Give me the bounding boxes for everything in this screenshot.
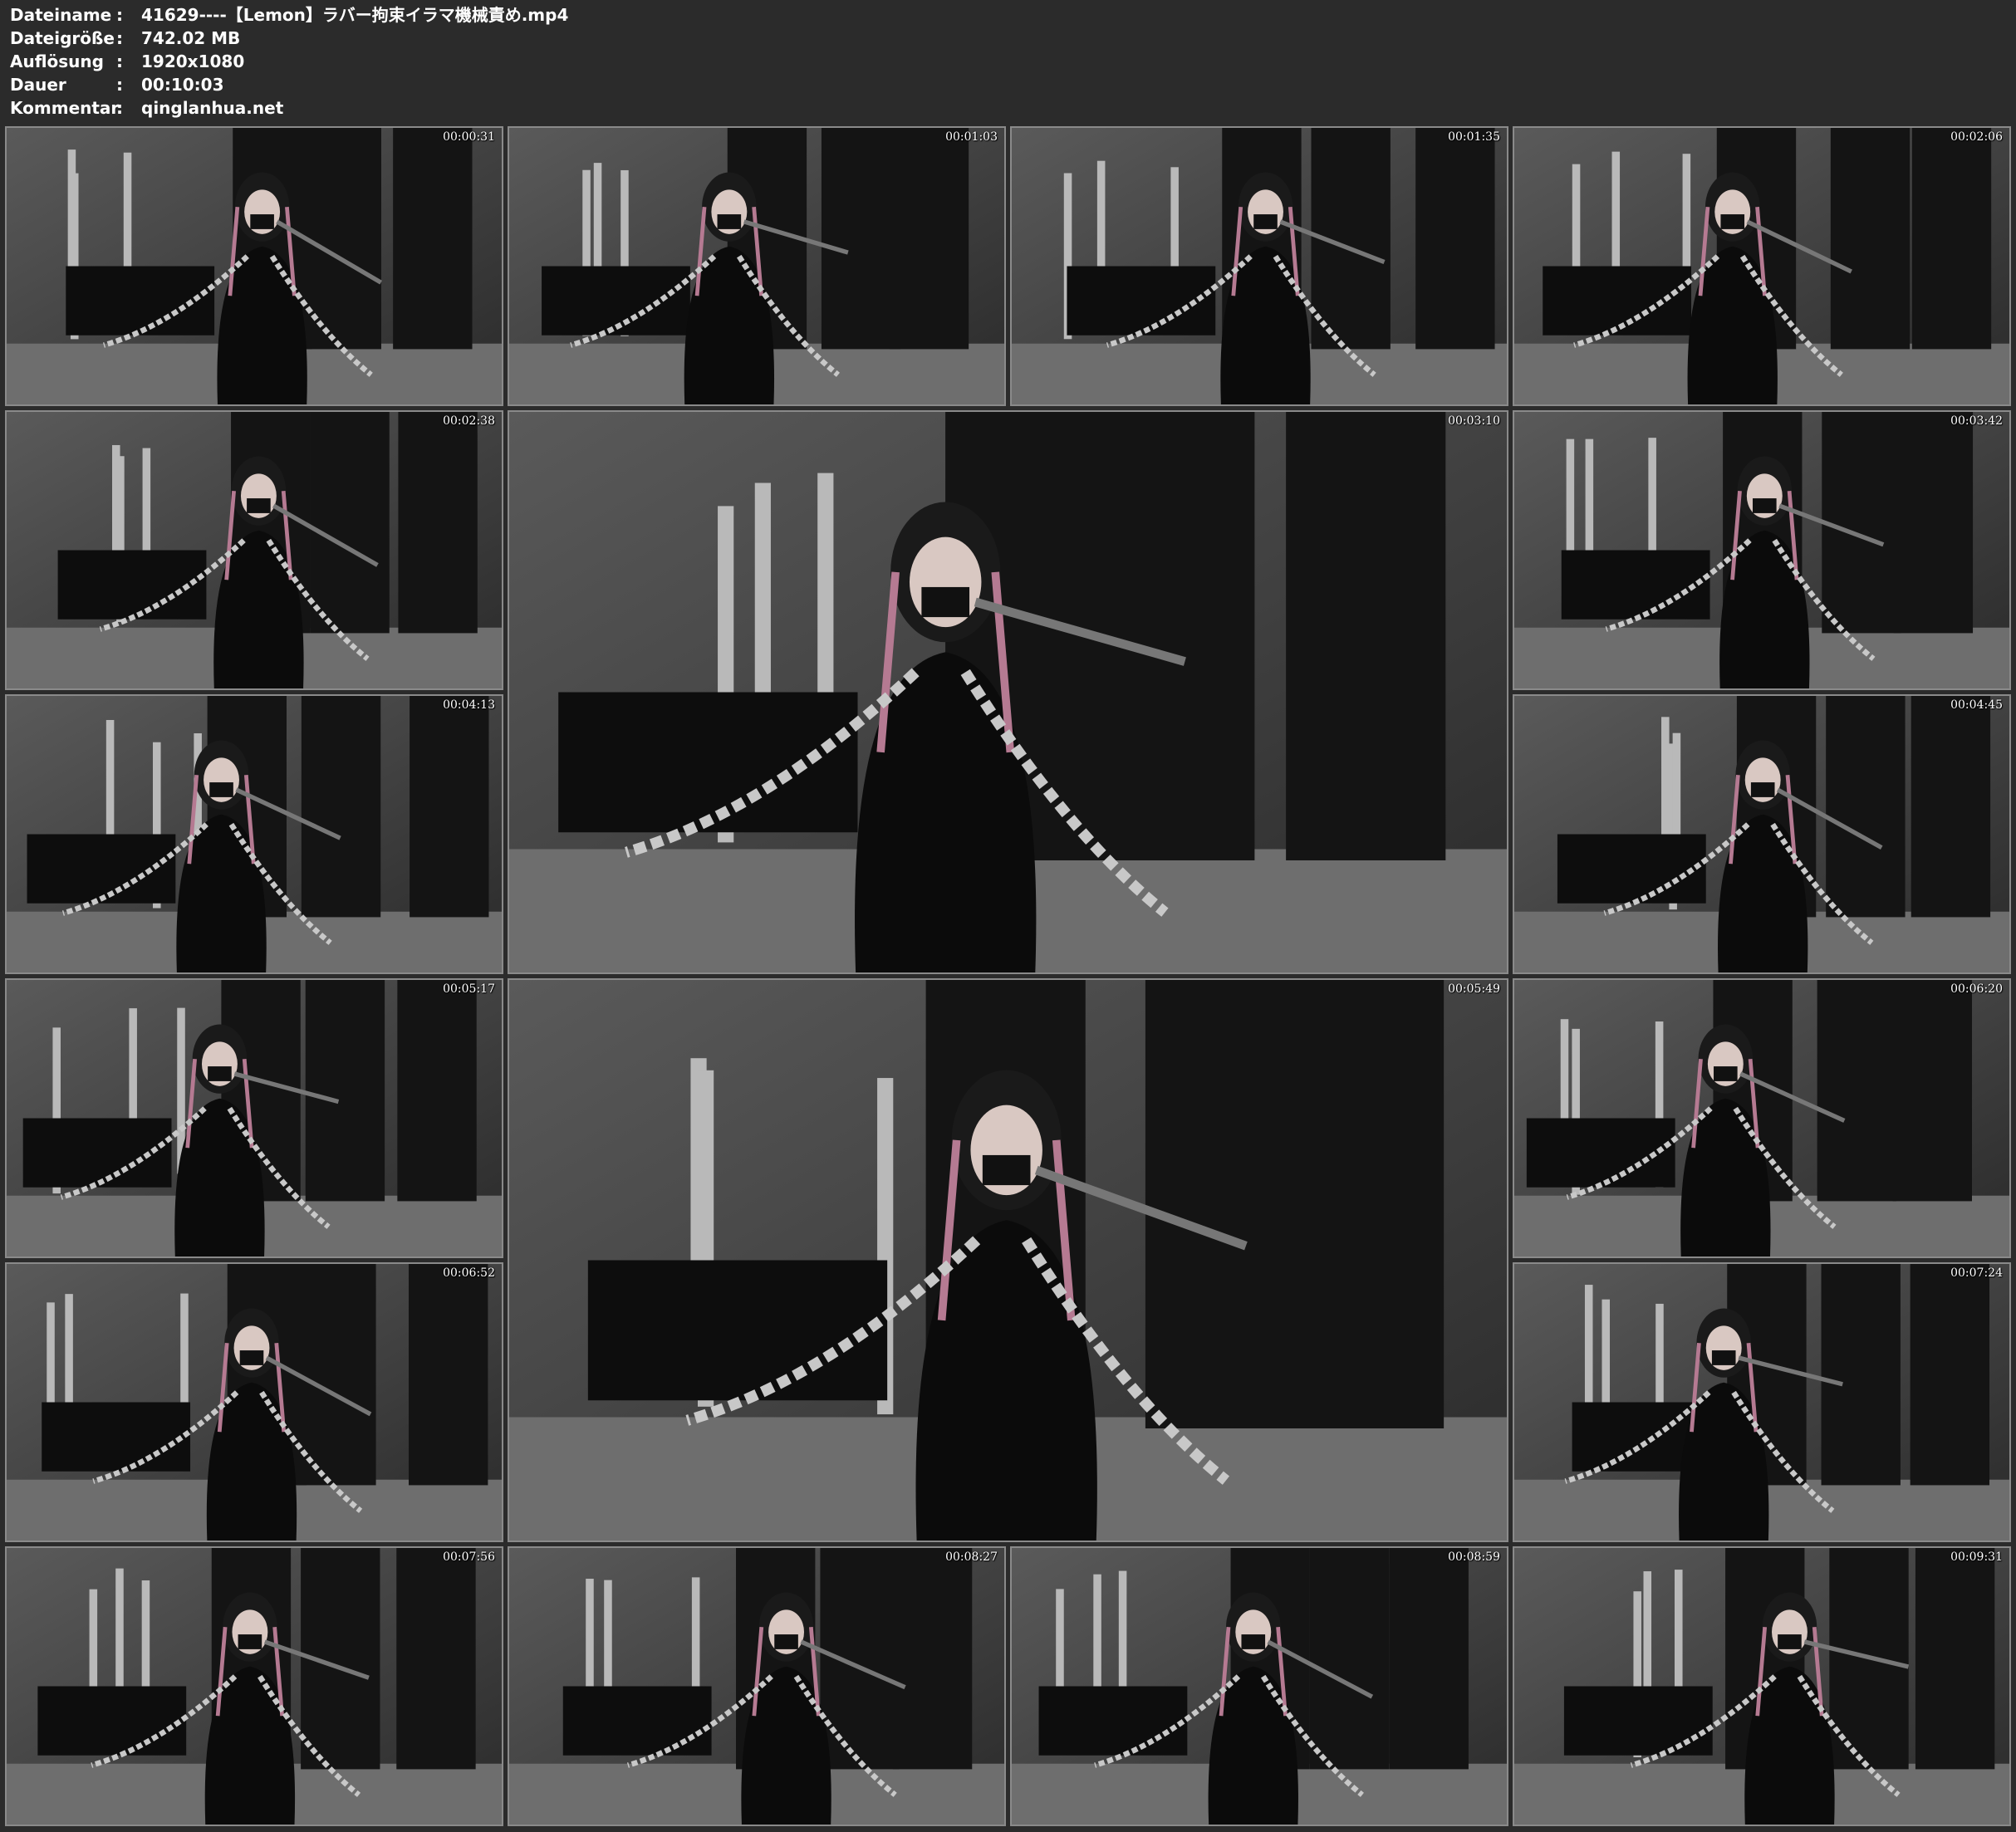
thumbnail-timestamp: 00:03:10 xyxy=(1448,414,1500,428)
video-thumbnail: 00:01:03 xyxy=(508,126,1006,406)
thumbnail-timestamp: 00:07:24 xyxy=(1950,1266,2003,1280)
video-thumbnail: 00:08:59 xyxy=(1010,1546,1508,1826)
thumbnail-grid: 00:00:31 00:01:03 00:01:35 00:02:06 00:02:38… xyxy=(0,0,2016,1832)
thumbnail-timestamp: 00:08:59 xyxy=(1448,1550,1500,1564)
thumbnail-frame-image xyxy=(509,128,1004,404)
thumbnail-frame-image xyxy=(1514,696,2009,972)
video-thumbnail: 00:03:42 xyxy=(1513,410,2011,690)
video-thumbnail: 00:07:56 xyxy=(5,1546,503,1826)
thumbnail-timestamp: 00:06:52 xyxy=(443,1266,495,1280)
thumbnail-timestamp: 00:06:20 xyxy=(1950,982,2003,996)
video-thumbnail: 00:02:06 xyxy=(1513,126,2011,406)
video-thumbnail: 00:04:13 xyxy=(5,694,503,974)
thumbnail-frame-image xyxy=(1514,980,2009,1256)
video-thumbnail: 00:09:31 xyxy=(1513,1546,2011,1826)
video-thumbnail: 00:07:24 xyxy=(1513,1262,2011,1542)
thumbnail-frame-image xyxy=(7,128,502,404)
thumbnail-timestamp: 00:01:35 xyxy=(1448,130,1500,144)
thumbnail-frame-image xyxy=(7,980,502,1256)
thumbnail-timestamp: 00:00:31 xyxy=(443,130,495,144)
video-thumbnail: 00:00:31 xyxy=(5,126,503,406)
thumbnail-timestamp: 00:04:45 xyxy=(1950,698,2003,712)
thumbnail-frame-image xyxy=(1012,128,1507,404)
thumbnail-frame-image xyxy=(1012,1548,1507,1825)
video-thumbnail: 00:05:17 xyxy=(5,978,503,1258)
thumbnail-timestamp: 00:05:17 xyxy=(443,982,495,996)
video-thumbnail: 00:06:20 xyxy=(1513,978,2011,1258)
thumbnail-frame-image xyxy=(509,412,1507,972)
thumbnail-timestamp: 00:04:13 xyxy=(443,698,495,712)
thumbnail-frame-image xyxy=(1514,412,2009,688)
thumbnail-frame-image xyxy=(7,1264,502,1541)
thumbnail-timestamp: 00:02:38 xyxy=(443,414,495,428)
thumbnail-frame-image xyxy=(7,696,502,972)
video-thumbnail: 00:05:49 xyxy=(508,978,1508,1542)
thumbnail-timestamp: 00:07:56 xyxy=(443,1550,495,1564)
thumbnail-frame-image xyxy=(509,1548,1004,1825)
thumbnail-frame-image xyxy=(1514,1548,2009,1825)
thumbnail-timestamp: 00:05:49 xyxy=(1448,982,1500,996)
thumbnail-frame-image xyxy=(7,1548,502,1825)
thumbnail-timestamp: 00:08:27 xyxy=(945,1550,998,1564)
video-thumbnail: 00:01:35 xyxy=(1010,126,1508,406)
video-thumbnail: 00:04:45 xyxy=(1513,694,2011,974)
thumbnail-timestamp: 00:03:42 xyxy=(1950,414,2003,428)
thumbnail-frame-image xyxy=(1514,1264,2009,1541)
video-thumbnail: 00:08:27 xyxy=(508,1546,1006,1826)
video-thumbnail: 00:02:38 xyxy=(5,410,503,690)
thumbnail-timestamp: 00:09:31 xyxy=(1950,1550,2003,1564)
thumbnail-frame-image xyxy=(509,980,1507,1541)
thumbnail-timestamp: 00:01:03 xyxy=(945,130,998,144)
thumbnail-frame-image xyxy=(1514,128,2009,404)
thumbnail-frame-image xyxy=(7,412,502,688)
thumbnail-timestamp: 00:02:06 xyxy=(1950,130,2003,144)
video-thumbnail: 00:03:10 xyxy=(508,410,1508,974)
video-thumbnail: 00:06:52 xyxy=(5,1262,503,1542)
